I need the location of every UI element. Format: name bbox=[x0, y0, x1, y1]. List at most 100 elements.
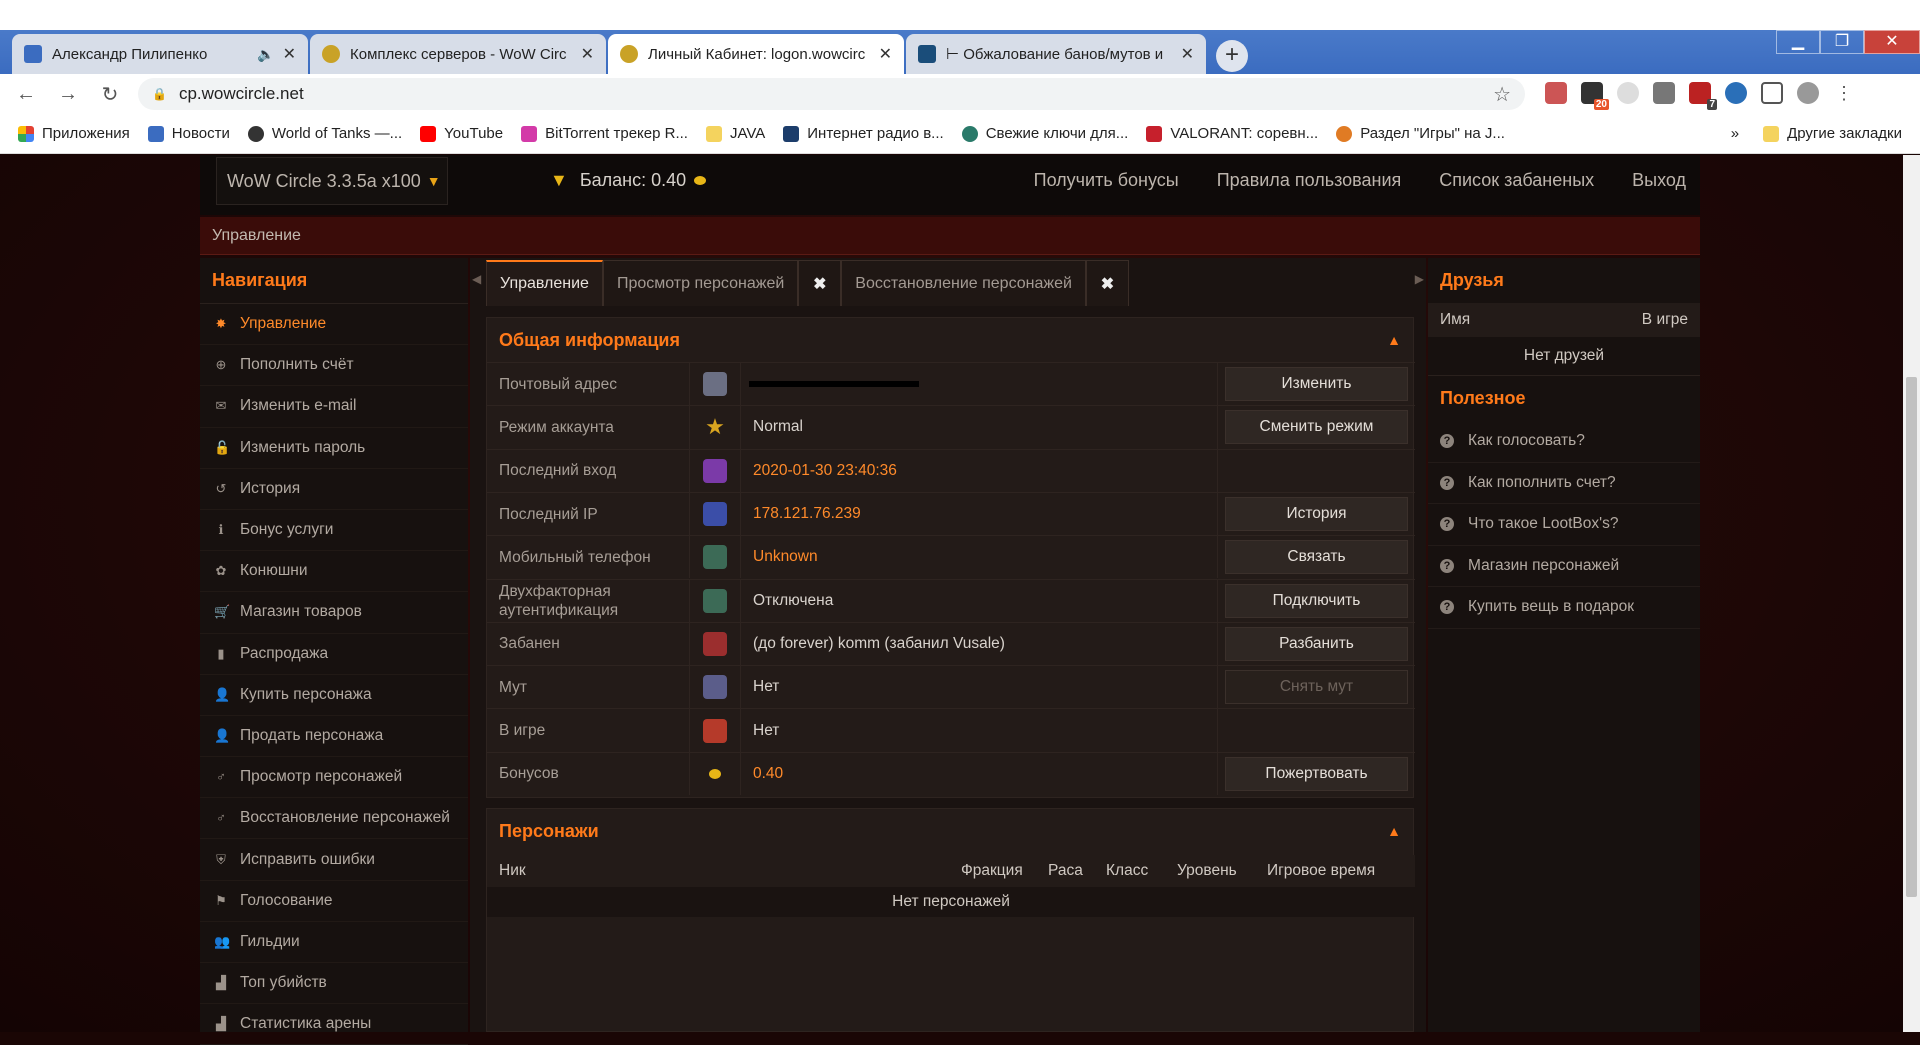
lock-icon[interactable]: 🔒 bbox=[152, 87, 167, 101]
bookmark-item[interactable]: Раздел "Игры" на J... bbox=[1336, 125, 1505, 142]
info-icon: ℹ bbox=[218, 522, 224, 538]
useful-link[interactable]: ? Что такое LootBox's? bbox=[1428, 504, 1700, 546]
row-action-button[interactable]: Связать bbox=[1225, 540, 1408, 575]
sidebar-item[interactable]: ✿ Конюшни bbox=[200, 551, 468, 593]
drive-extension-icon[interactable] bbox=[1653, 82, 1675, 104]
sidebar-item[interactable]: ♂ Просмотр персонажей bbox=[200, 757, 468, 799]
back-icon[interactable]: ← bbox=[10, 83, 42, 106]
useful-link[interactable]: ? Купить вещь в подарок bbox=[1428, 587, 1700, 629]
nav-banned-list[interactable]: Список забаненых bbox=[1439, 170, 1594, 191]
speaker-icon[interactable]: 🔈 bbox=[257, 46, 274, 63]
browser-tab-active[interactable]: Личный Кабинет: logon.wowcirc ✕ bbox=[608, 34, 904, 74]
profile-avatar[interactable] bbox=[1797, 82, 1819, 104]
row-action-button[interactable]: Разбанить bbox=[1225, 626, 1408, 661]
minimize-icon[interactable]: ▁ bbox=[1776, 30, 1820, 54]
scrollbar-thumb[interactable] bbox=[1906, 377, 1917, 897]
sidebar-item[interactable]: ▟ Статистика арены bbox=[200, 1004, 468, 1045]
sidebar-item[interactable]: ♂ Восстановление персонажей bbox=[200, 798, 468, 840]
col-faction[interactable]: Фракция bbox=[961, 862, 1023, 880]
restore-icon[interactable]: ❐ bbox=[1820, 30, 1864, 54]
other-bookmarks[interactable]: Другие закладки bbox=[1787, 125, 1902, 142]
realm-select[interactable]: WoW Circle 3.3.5a x100 ▼ bbox=[216, 157, 448, 205]
col-class[interactable]: Класс bbox=[1106, 862, 1148, 880]
window-close-icon[interactable]: ✕ bbox=[1864, 30, 1920, 54]
row-action-button[interactable]: Пожертвовать bbox=[1225, 756, 1408, 791]
close-tab-icon[interactable]: ✖ bbox=[798, 260, 842, 306]
useful-link[interactable]: ? Как голосовать? bbox=[1428, 421, 1700, 463]
useful-link[interactable]: ? Как пополнить счет? bbox=[1428, 463, 1700, 504]
bookmark-item[interactable]: Новости bbox=[147, 125, 230, 142]
row-action-button[interactable]: История bbox=[1225, 497, 1408, 532]
browser-tab[interactable]: ⊢ Обжалование банов/мутов и ✕ bbox=[906, 34, 1206, 74]
sidebar-item[interactable]: ℹ Бонус услуги bbox=[200, 510, 468, 552]
bookmark-folder[interactable]: JAVA bbox=[705, 125, 765, 142]
bookmark-item[interactable]: World of Tanks —... bbox=[247, 125, 402, 142]
nav-logout[interactable]: Выход bbox=[1632, 170, 1686, 191]
close-tab-icon[interactable]: ✕ bbox=[283, 44, 296, 64]
sidebar-item[interactable]: 🔓 Изменить пароль bbox=[200, 428, 468, 469]
col-race[interactable]: Раса bbox=[1048, 862, 1083, 880]
chevron-up-icon[interactable]: ▲ bbox=[1387, 332, 1401, 348]
col-level[interactable]: Уровень bbox=[1177, 862, 1237, 880]
bookmarks-overflow-icon[interactable]: » bbox=[1731, 125, 1739, 142]
close-tab-icon[interactable]: ✕ bbox=[1181, 44, 1194, 64]
shield-extension-icon[interactable]: 7 bbox=[1689, 82, 1717, 110]
sidebar-item[interactable]: ⚑ Голосование bbox=[200, 881, 468, 922]
close-tab-icon[interactable]: ✕ bbox=[581, 44, 594, 64]
row-action-button[interactable]: Изменить bbox=[1225, 367, 1408, 402]
chevron-up-icon[interactable]: ▲ bbox=[1387, 823, 1401, 839]
panel-header[interactable]: Персонажи ▲ bbox=[487, 809, 1413, 853]
download-extension-icon[interactable] bbox=[1725, 82, 1747, 104]
forward-icon[interactable]: → bbox=[52, 83, 84, 106]
tab-management[interactable]: Управление bbox=[486, 260, 603, 306]
sidebar-item[interactable]: 🛒 Магазин товаров bbox=[200, 592, 468, 634]
tabs-scroll-left-icon[interactable]: ◀ bbox=[472, 272, 481, 286]
panel-header[interactable]: Общая информация ▲ bbox=[487, 318, 1413, 362]
menu-icon[interactable]: ⋮ bbox=[1833, 82, 1855, 104]
tab-title: Личный Кабинет: logon.wowcirc bbox=[648, 45, 866, 63]
bookmark-item[interactable]: VALORANT: соревн... bbox=[1146, 125, 1318, 142]
folder-icon bbox=[705, 125, 722, 142]
browser-tab[interactable]: Александр Пилипенко 🔈 ✕ bbox=[12, 34, 308, 74]
bookmark-item[interactable]: BitTorrent трекер R... bbox=[521, 125, 688, 142]
sidebar-item[interactable]: 👤 Купить персонажа bbox=[200, 675, 468, 716]
col-playtime[interactable]: Игровое время bbox=[1267, 862, 1375, 880]
useful-link[interactable]: ? Магазин персонажей bbox=[1428, 546, 1700, 587]
sidebar-item[interactable]: ⊕ Пополнить счёт bbox=[200, 345, 468, 387]
sidebar-item-label: Пополнить счёт bbox=[240, 356, 354, 374]
row-action-button[interactable]: Сменить режим bbox=[1225, 410, 1408, 445]
nav-get-bonuses[interactable]: Получить бонусы bbox=[1034, 170, 1179, 191]
address-bar[interactable]: 🔒 cp.wowcircle.net ☆ bbox=[138, 78, 1525, 110]
sidebar-item[interactable]: ▮ Распродажа bbox=[200, 634, 468, 675]
new-tab-button[interactable]: + bbox=[1216, 40, 1248, 72]
nav-rules[interactable]: Правила пользования bbox=[1217, 170, 1402, 191]
sidebar-item[interactable]: 👥 Гильдии bbox=[200, 922, 468, 963]
row-action-button[interactable]: Подключить bbox=[1225, 583, 1408, 618]
page-scrollbar[interactable] bbox=[1903, 155, 1920, 1032]
info-row-value: Нет bbox=[753, 678, 780, 696]
sidebar-item[interactable]: ▟ Топ убийств bbox=[200, 963, 468, 1005]
bookmark-item[interactable]: Свежие ключи для... bbox=[961, 125, 1128, 142]
sidebar-item[interactable]: ⛨ Исправить ошибки bbox=[200, 839, 468, 881]
sidebar-item[interactable]: 👤 Продать персонажа bbox=[200, 716, 468, 758]
tabs-scroll-right-icon[interactable]: ▶ bbox=[1415, 272, 1424, 286]
bookmark-item[interactable]: YouTube bbox=[420, 125, 503, 142]
sidebar-item[interactable]: ✸ Управление bbox=[200, 304, 468, 346]
close-tab-icon[interactable]: ✕ bbox=[879, 44, 892, 64]
bookmark-item[interactable]: Интернет радио в... bbox=[783, 125, 944, 142]
tab-restore-characters[interactable]: Восстановление персонажей bbox=[841, 260, 1086, 306]
tab-view-characters[interactable]: Просмотр персонажей bbox=[602, 260, 799, 306]
sidebar-item[interactable]: ✉ Изменить e-mail bbox=[200, 386, 468, 428]
col-nick[interactable]: Ник bbox=[499, 862, 526, 880]
info-row-action-cell: Связать bbox=[1217, 536, 1415, 579]
extension-icon[interactable] bbox=[1617, 82, 1639, 104]
bookmark-star-icon[interactable]: ☆ bbox=[1493, 82, 1511, 107]
sidebar-item[interactable]: ↺ История bbox=[200, 469, 468, 510]
browser-tab[interactable]: Комплекс серверов - WoW Circ ✕ bbox=[310, 34, 606, 74]
pdf-extension-icon[interactable] bbox=[1545, 82, 1567, 104]
close-tab-icon[interactable]: ✖ bbox=[1085, 260, 1129, 306]
reload-icon[interactable]: ↻ bbox=[94, 82, 126, 107]
media-icon[interactable] bbox=[1761, 82, 1783, 104]
bookmark-apps[interactable]: Приложения bbox=[18, 125, 130, 142]
extension-icon[interactable]: 20 bbox=[1581, 82, 1609, 110]
